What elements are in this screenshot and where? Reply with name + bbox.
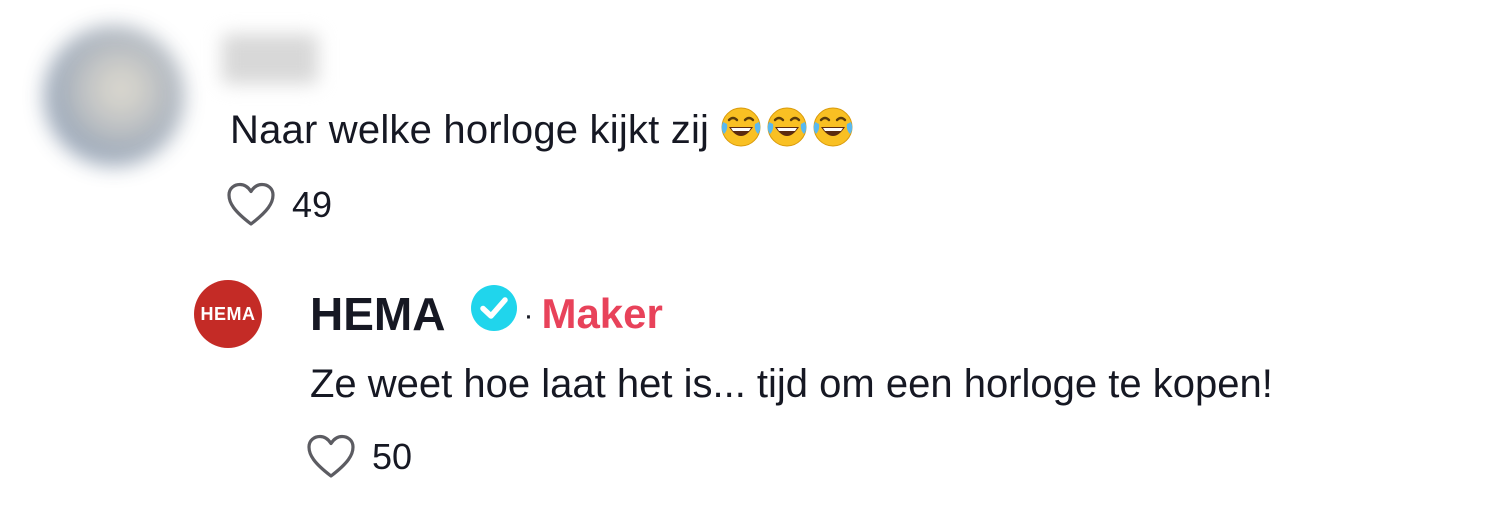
laughing-emoji-icon <box>721 107 761 147</box>
comment-reply-button-faded[interactable] <box>470 192 478 226</box>
separator-dot: · <box>523 299 534 332</box>
commenter-avatar[interactable] <box>44 26 184 166</box>
comment-text: Naar welke horloge kijkt zij <box>230 108 710 152</box>
reply-author-name[interactable]: HEMA <box>310 284 445 344</box>
laughing-emoji-icon <box>767 107 807 147</box>
comment-like-button[interactable]: 49 <box>226 182 332 228</box>
comment-body: Naar welke horloge kijkt zij <box>230 104 855 156</box>
commenter-username-redacted[interactable] <box>222 34 318 84</box>
reply-like-button[interactable]: 50 <box>306 434 412 480</box>
maker-badge: Maker <box>541 290 663 337</box>
comment-like-count: 49 <box>292 184 333 225</box>
hema-avatar[interactable]: HEMA <box>194 280 262 348</box>
reply-reply-button-faded[interactable] <box>492 438 500 472</box>
avatar-logo-text: HEMA <box>200 303 256 324</box>
emoji-group <box>719 105 855 149</box>
laughing-emoji-icon <box>813 107 853 147</box>
comment-thread: Naar welke horloge kijkt zij 49 HEMA HEM… <box>0 0 1504 508</box>
reply-header: HEMA · Maker <box>310 284 663 344</box>
verified-check-icon <box>471 285 518 331</box>
reply-like-count: 50 <box>372 436 413 477</box>
heart-outline-icon[interactable] <box>306 434 356 480</box>
heart-outline-icon[interactable] <box>226 182 276 228</box>
reply-text: Ze weet hoe laat het is... tijd om een h… <box>310 362 1273 406</box>
